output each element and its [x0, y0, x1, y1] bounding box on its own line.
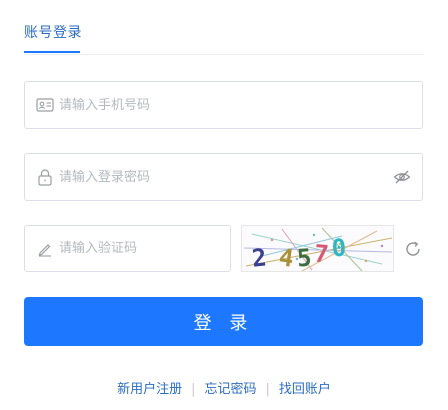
phone-field[interactable]: [24, 81, 423, 129]
verification-code-input[interactable]: [59, 226, 219, 271]
id-card-icon: [36, 96, 54, 114]
phone-input[interactable]: [59, 82, 359, 128]
login-tabs: 账号登录: [24, 0, 424, 55]
link-separator: |: [191, 382, 196, 397]
verification-code-field[interactable]: [24, 225, 231, 272]
password-input[interactable]: [59, 154, 359, 200]
captcha-image[interactable]: 2 4 5 7 0: [241, 225, 394, 272]
captcha-digit: 0: [330, 233, 347, 263]
lock-icon: [36, 168, 54, 186]
password-field[interactable]: [24, 153, 423, 201]
pencil-icon: [36, 240, 54, 258]
captcha-digit: 2: [250, 243, 268, 272]
recover-account-link[interactable]: 找回账户: [279, 382, 331, 397]
captcha-digit: 5: [295, 243, 313, 272]
refresh-icon[interactable]: [404, 240, 422, 258]
tab-account-login[interactable]: 账号登录: [24, 22, 82, 42]
footer-links: 新用户注册 | 忘记密码 | 找回账户: [0, 378, 448, 397]
forgot-password-link[interactable]: 忘记密码: [204, 382, 256, 397]
eye-closed-icon[interactable]: [393, 168, 411, 186]
captcha-digits: 2 4 5 7 0: [250, 232, 347, 272]
link-separator: |: [265, 382, 270, 397]
tab-active-indicator: [24, 51, 80, 53]
login-button[interactable]: 登 录: [24, 297, 423, 346]
captcha-digit: 4: [277, 243, 296, 272]
register-link[interactable]: 新用户注册: [117, 382, 182, 397]
captcha-digit: 7: [313, 239, 331, 269]
